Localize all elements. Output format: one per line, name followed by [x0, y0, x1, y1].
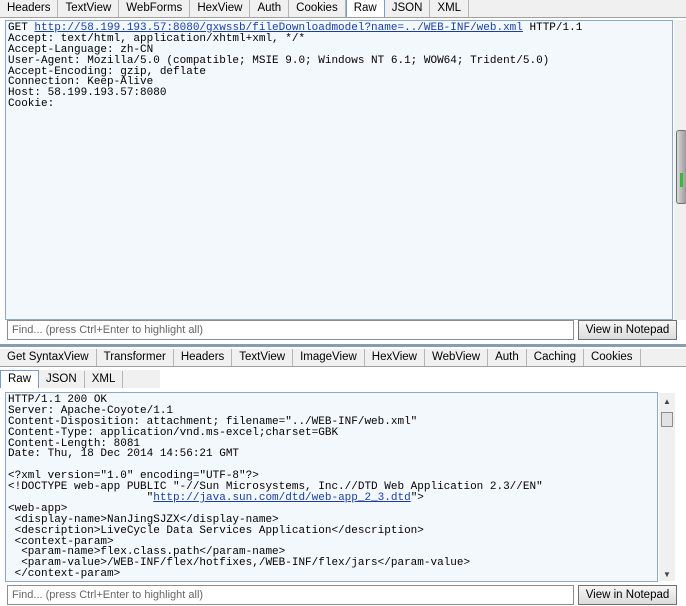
request-tab-cookies[interactable]: Cookies [289, 0, 346, 17]
response-raw-editor[interactable]: HTTP/1.1 200 OK Server: Apache-Coyote/1.1… [5, 392, 658, 582]
code-line: Host: 58.199.193.57:8080 [8, 88, 672, 99]
response-tab-get-syntaxview[interactable]: Get SyntaxView [0, 349, 97, 366]
request-raw-editor[interactable]: GET http://58.199.193.57:8080/gxwssb/fil… [5, 20, 673, 320]
response-tab-headers[interactable]: Headers [173, 349, 233, 366]
code-line: Cookie: [8, 99, 672, 110]
response-view-in-notepad-button[interactable]: View in Notepad [578, 585, 677, 605]
response-subtab-bar: Raw JSON XML [0, 370, 160, 388]
request-tab-textview[interactable]: TextView [58, 0, 120, 17]
code-text: </context-param> [8, 568, 121, 581]
scroll-grip-icon [680, 173, 683, 187]
response-find-input[interactable]: Find... (press Ctrl+Enter to highlight a… [7, 585, 574, 605]
request-tab-raw[interactable]: Raw [345, 0, 385, 17]
response-tab-imageview[interactable]: ImageView [293, 349, 365, 366]
request-tab-bar: Headers TextView WebForms HexView Auth Cookie… [0, 0, 686, 18]
pane-splitter[interactable] [0, 344, 686, 347]
response-tab-caching[interactable]: Caching [526, 349, 584, 366]
response-tab-cookies[interactable]: Cookies [583, 349, 641, 366]
request-tab-webforms[interactable]: WebForms [119, 0, 191, 17]
response-tab-webview[interactable]: WebView [424, 349, 489, 366]
code-line: "http://java.sun.com/dtd/web-app_2_3.dtd… [8, 493, 657, 504]
response-raw-text[interactable]: HTTP/1.1 200 OK Server: Apache-Coyote/1.1… [6, 393, 657, 580]
response-subtab-xml[interactable]: XML [84, 371, 124, 388]
code-text: Date: Thu, 18 Dec 2014 14:56:21 GMT [8, 448, 240, 461]
request-tab-json[interactable]: JSON [384, 0, 431, 17]
request-tab-auth[interactable]: Auth [250, 0, 290, 17]
request-raw-text[interactable]: GET http://58.199.193.57:8080/gxwssb/fil… [6, 21, 672, 110]
request-tab-hexview[interactable]: HexView [190, 0, 251, 17]
code-line: Date: Thu, 18 Dec 2014 14:56:21 GMT [8, 449, 657, 460]
response-tab-bar: Get SyntaxView Transformer Headers TextView… [0, 349, 686, 367]
request-scrollbar-thumb[interactable] [676, 130, 686, 204]
code-line: </context-param> [8, 569, 657, 580]
response-tab-transformer[interactable]: Transformer [96, 349, 174, 366]
scroll-down-icon[interactable]: ▼ [660, 570, 674, 580]
response-subtab-json[interactable]: JSON [39, 371, 85, 388]
code-text: HTTP/1.1 [522, 22, 583, 34]
scroll-up-icon[interactable]: ▲ [660, 397, 674, 407]
request-tab-xml[interactable]: XML [430, 0, 470, 17]
response-tab-hexview[interactable]: HexView [364, 349, 425, 366]
request-view-in-notepad-button[interactable]: View in Notepad [578, 320, 677, 340]
response-tab-textview[interactable]: TextView [232, 349, 294, 366]
response-subtab-raw[interactable]: Raw [0, 370, 40, 388]
request-tab-headers[interactable]: Headers [0, 0, 59, 17]
url-link[interactable]: http://java.sun.com/dtd/web-app_2_3.dtd [153, 492, 410, 504]
response-scrollbar-thumb[interactable] [661, 412, 673, 427]
request-find-input[interactable]: Find... (press Ctrl+Enter to highlight a… [7, 320, 574, 340]
response-tab-auth[interactable]: Auth [488, 349, 527, 366]
code-text: Cookie: [8, 98, 55, 111]
code-text: "> [410, 492, 424, 505]
